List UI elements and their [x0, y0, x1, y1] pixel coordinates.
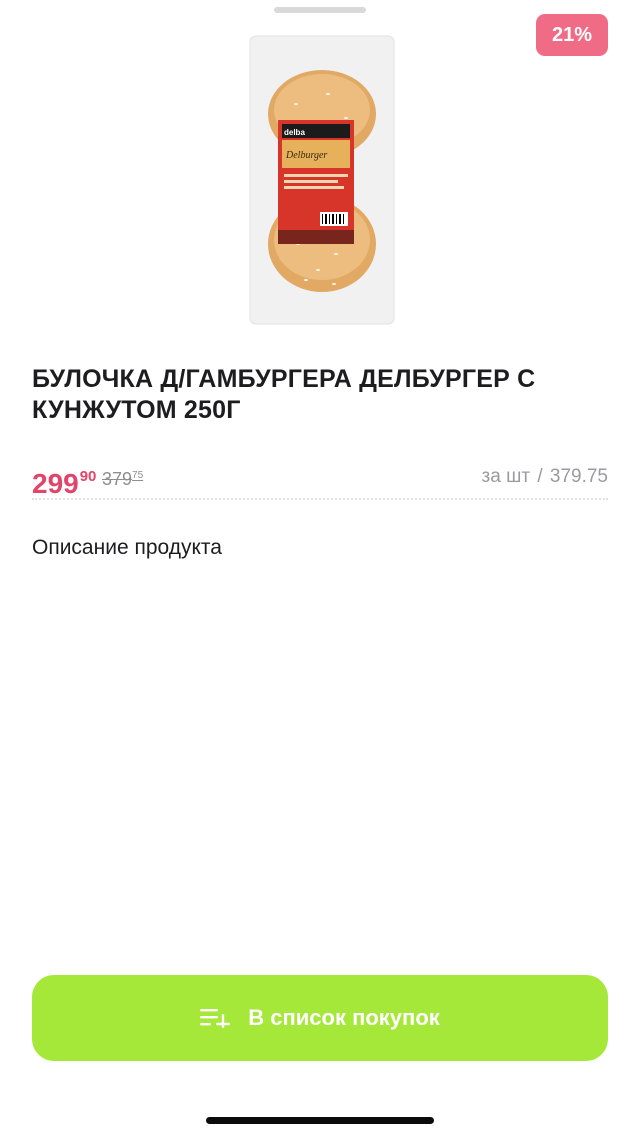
- product-title: БУЛОЧКА Д/ГАМБУРГЕРА ДЕЛБУРГЕР С КУНЖУТО…: [32, 365, 536, 424]
- add-to-shopping-list-button[interactable]: В список покупок: [32, 975, 608, 1061]
- add-to-shopping-list-label: В список покупок: [248, 1005, 440, 1030]
- list-add-icon: [200, 1009, 231, 1028]
- package-name: Delburger: [285, 150, 327, 161]
- unit-price-separator: /: [537, 466, 543, 487]
- product-sheet: 21% delba Delburger БУЛОЧКА Д/ГАМБУРГЕРА…: [0, 0, 640, 1138]
- current-price: 29990: [32, 460, 96, 501]
- price-row: 29990 37975 за шт / 379.75: [32, 460, 608, 500]
- description-heading: Описание продукта: [32, 536, 222, 559]
- current-price-main: 299: [32, 468, 79, 499]
- package-brand: delba: [284, 128, 305, 137]
- discount-badge: 21%: [536, 14, 608, 56]
- unit-price: за шт / 379.75: [482, 466, 608, 488]
- home-indicator: [206, 1117, 434, 1124]
- old-price-main: 379: [102, 469, 133, 489]
- old-price: 37975: [102, 469, 143, 490]
- current-price-cents: 90: [79, 468, 97, 485]
- old-price-cents: 75: [132, 470, 144, 481]
- unit-price-label: за шт: [481, 466, 531, 487]
- product-image: delba Delburger: [249, 35, 395, 325]
- sheet-grabber[interactable]: [274, 7, 366, 13]
- unit-price-value: 379.75: [549, 466, 608, 487]
